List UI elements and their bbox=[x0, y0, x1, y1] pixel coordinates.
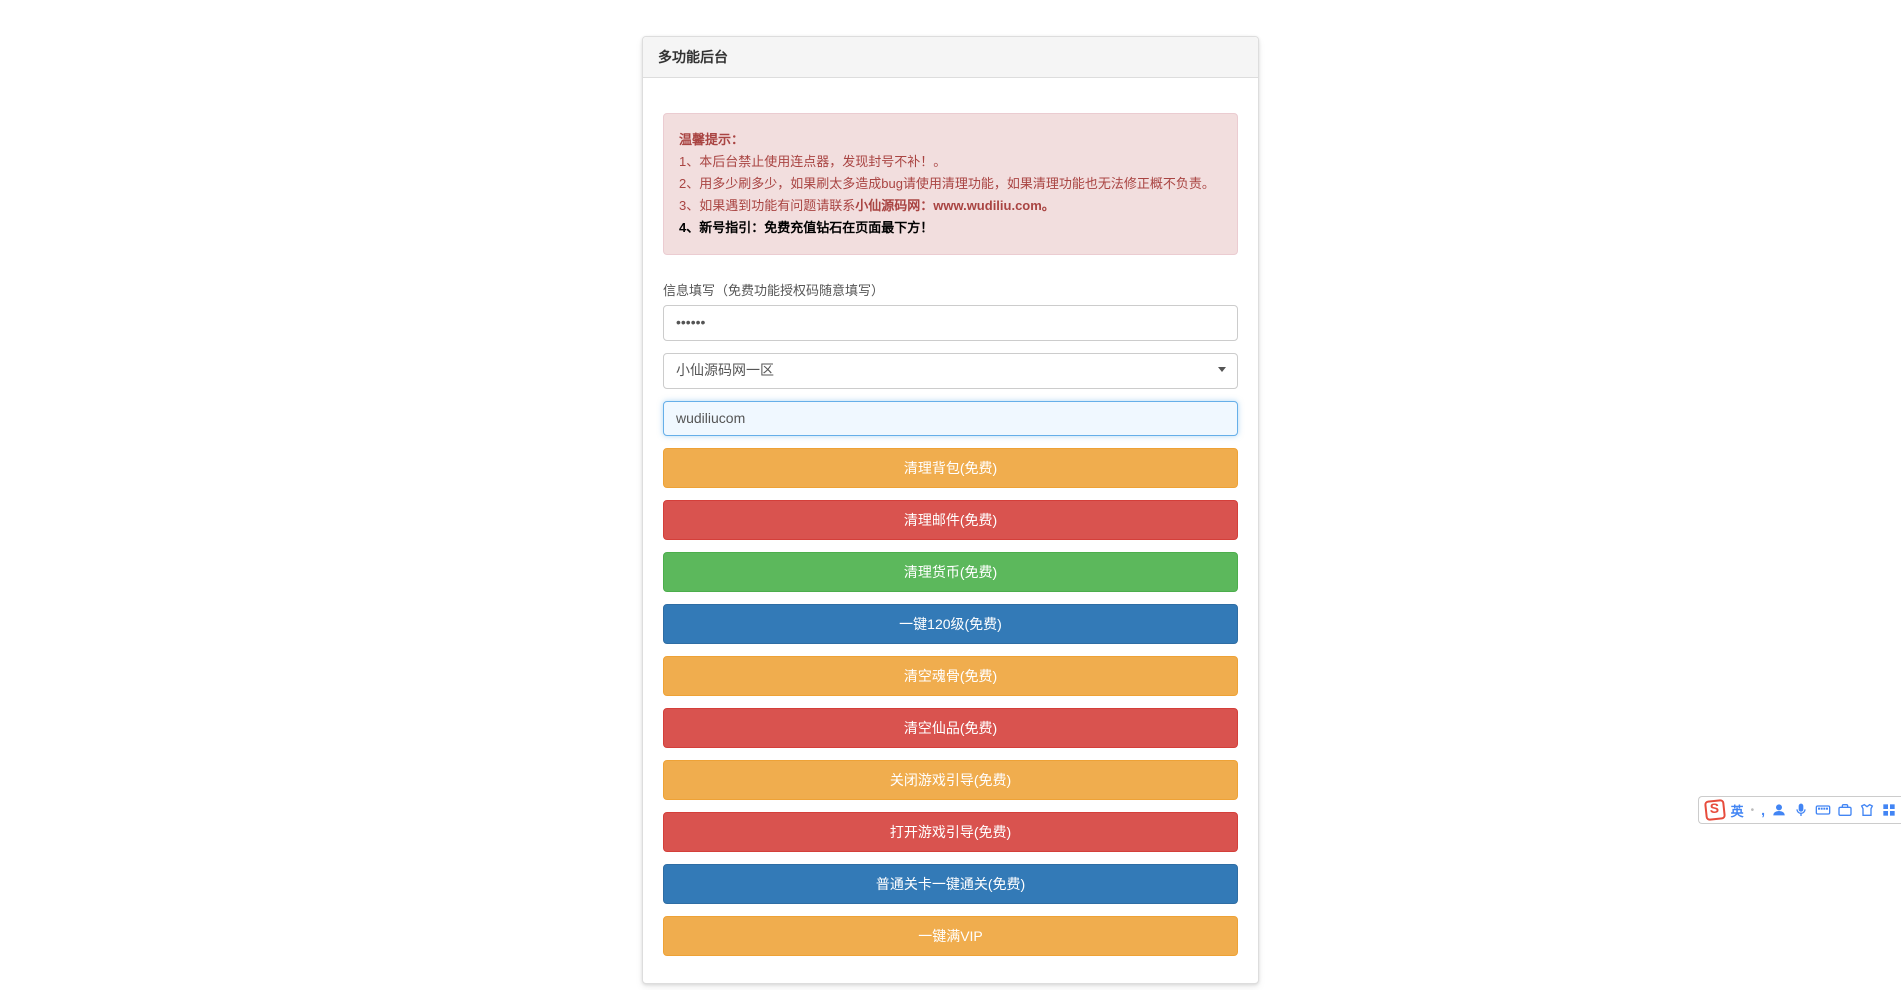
separator-icon: • bbox=[1751, 805, 1755, 816]
max-vip-button[interactable]: 一键满VIP bbox=[663, 916, 1238, 956]
level-120-button[interactable]: 一键120级(免费) bbox=[663, 604, 1238, 644]
alert-line-3-prefix: 3、如果遇到功能有问题请联系 bbox=[679, 198, 855, 213]
toolbox-icon[interactable] bbox=[1837, 802, 1853, 818]
main-panel: 多功能后台 温馨提示： 1、本后台禁止使用连点器，发现封号不补！。 2、用多少刷… bbox=[642, 36, 1259, 984]
keyboard-icon[interactable] bbox=[1815, 802, 1831, 818]
grid-icon[interactable] bbox=[1881, 802, 1897, 818]
ime-toolbar[interactable]: 英 • , bbox=[1698, 796, 1901, 824]
server-select[interactable]: 小仙源码网一区 bbox=[663, 353, 1238, 389]
panel-body: 温馨提示： 1、本后台禁止使用连点器，发现封号不补！。 2、用多少刷多少，如果刷… bbox=[643, 78, 1258, 983]
alert-line-2: 2、用多少刷多少，如果刷太多造成bug请使用清理功能，如果清理功能也无法修正概不… bbox=[679, 173, 1222, 195]
open-guide-button[interactable]: 打开游戏引导(免费) bbox=[663, 812, 1238, 852]
ime-language[interactable]: 英 bbox=[1731, 801, 1744, 820]
skin-icon[interactable] bbox=[1859, 802, 1875, 818]
clear-currency-button[interactable]: 清理货币(免费) bbox=[663, 552, 1238, 592]
clear-soul-button[interactable]: 清空魂骨(免费) bbox=[663, 656, 1238, 696]
user-icon[interactable] bbox=[1771, 802, 1787, 818]
clear-backpack-button[interactable]: 清理背包(免费) bbox=[663, 448, 1238, 488]
clear-immortal-button[interactable]: 清空仙品(免费) bbox=[663, 708, 1238, 748]
alert-heading: 温馨提示： bbox=[679, 132, 744, 147]
alert-line-4: 4、新号指引：免费充值钻石在页面最下方！ bbox=[679, 217, 1222, 239]
form-label: 信息填写（免费功能授权码随意填写） bbox=[663, 280, 1238, 299]
alert-line-3-link: 小仙源码网：www.wudiliu.com。 bbox=[855, 198, 1055, 213]
clear-stage-button[interactable]: 普通关卡一键通关(免费) bbox=[663, 864, 1238, 904]
sogou-logo-icon bbox=[1704, 799, 1726, 821]
alert-line-1: 1、本后台禁止使用连点器，发现封号不补！。 bbox=[679, 151, 1222, 173]
microphone-icon[interactable] bbox=[1793, 802, 1809, 818]
account-input[interactable] bbox=[663, 401, 1238, 437]
auth-code-input[interactable] bbox=[663, 305, 1238, 341]
clear-mail-button[interactable]: 清理邮件(免费) bbox=[663, 500, 1238, 540]
punctuation-icon[interactable]: , bbox=[1761, 802, 1765, 818]
panel-title: 多功能后台 bbox=[643, 37, 1258, 78]
close-guide-button[interactable]: 关闭游戏引导(免费) bbox=[663, 760, 1238, 800]
warning-alert: 温馨提示： 1、本后台禁止使用连点器，发现封号不补！。 2、用多少刷多少，如果刷… bbox=[663, 113, 1238, 255]
